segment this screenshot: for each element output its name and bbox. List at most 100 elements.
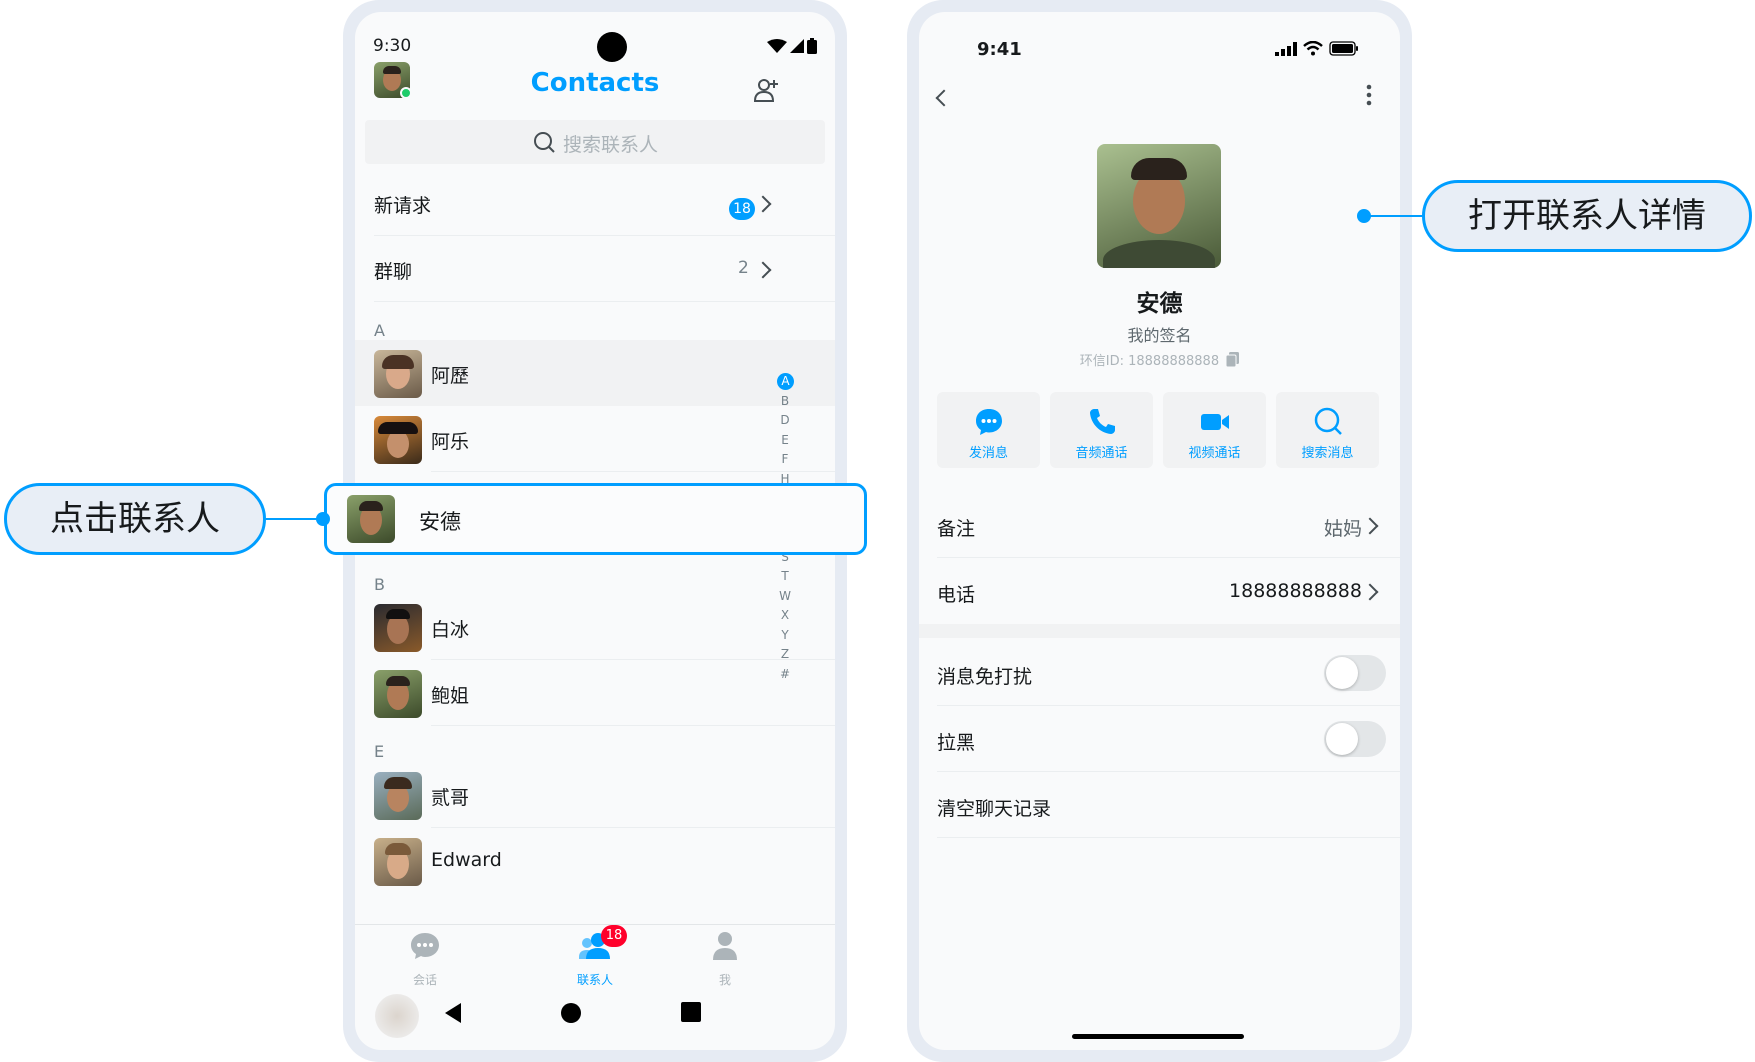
- wifi-icon: [1303, 41, 1323, 56]
- group-chats-count: 2: [738, 258, 749, 278]
- video-call-button[interactable]: 视频通话: [1163, 392, 1266, 468]
- alpha-index-letter[interactable]: F: [777, 450, 793, 470]
- contact-name: 贰哥: [431, 787, 470, 809]
- contact-name: 阿乐: [431, 431, 470, 453]
- search-messages-button[interactable]: 搜索消息: [1276, 392, 1379, 468]
- status-time: 9:30: [373, 36, 412, 56]
- system-icons: [767, 38, 817, 54]
- tab-label: 联系人: [576, 973, 613, 987]
- android-nav-bar: [355, 988, 835, 1050]
- chat-bubble-icon: [411, 933, 439, 959]
- back-nav-icon[interactable]: [443, 1002, 463, 1024]
- home-nav-icon[interactable]: [560, 1002, 582, 1024]
- section-gap: [919, 624, 1400, 638]
- tab-me[interactable]: 我: [685, 931, 765, 987]
- contact-name: 阿歷: [431, 365, 470, 387]
- tab-conversations[interactable]: 会话: [385, 931, 465, 987]
- copy-icon[interactable]: [1225, 352, 1240, 368]
- chevron-right-icon: [754, 261, 772, 279]
- contact-item[interactable]: 贰哥: [355, 762, 835, 828]
- action-label: 搜索消息: [1301, 446, 1354, 461]
- new-requests-label: 新请求: [374, 195, 432, 217]
- contact-item[interactable]: Edward: [355, 828, 835, 894]
- remark-row[interactable]: 备注 姑妈: [937, 492, 1400, 558]
- blurred-avatar-shadow: [375, 994, 419, 1038]
- contact-signature: 我的签名: [1127, 326, 1192, 345]
- contact-item[interactable]: 阿歷: [355, 340, 835, 406]
- send-message-button[interactable]: 发消息: [937, 392, 1040, 468]
- search-input[interactable]: 搜索联系人: [365, 120, 825, 164]
- alpha-index-letter[interactable]: W: [777, 587, 793, 607]
- tab-label: 我: [718, 973, 731, 987]
- chevron-right-icon: [754, 195, 772, 213]
- tab-bar: 会话 联系人 18 我: [355, 924, 835, 988]
- action-label: 发消息: [968, 446, 1008, 461]
- highlighted-contact-item[interactable]: 安德: [324, 483, 867, 555]
- recents-nav-icon[interactable]: [681, 1002, 701, 1022]
- alpha-index-letter[interactable]: B: [777, 392, 793, 412]
- search-icon: [1314, 407, 1342, 435]
- section-header-e: E: [374, 742, 385, 761]
- callout-connector: [1364, 215, 1422, 217]
- contact-item[interactable]: 鲍姐: [355, 660, 835, 726]
- avatar: [374, 670, 422, 718]
- more-options-icon[interactable]: [1366, 84, 1372, 106]
- person-icon: [713, 932, 737, 960]
- alpha-index-letter[interactable]: A: [777, 372, 794, 392]
- phone-value: 18888888888: [1229, 580, 1362, 602]
- contact-id-text: 环信ID: 18888888888: [1079, 354, 1220, 369]
- chevron-right-icon: [1361, 517, 1379, 535]
- contact-name: Edward: [431, 849, 502, 871]
- avatar: [374, 416, 422, 464]
- tab-contacts[interactable]: 联系人 18: [555, 925, 635, 987]
- action-label: 音频通话: [1075, 446, 1128, 461]
- avatar: [374, 604, 422, 652]
- audio-call-button[interactable]: 音频通话: [1050, 392, 1153, 468]
- contact-item[interactable]: 阿乐: [355, 406, 835, 472]
- home-indicator[interactable]: [1072, 1034, 1244, 1039]
- contact-id: 环信ID: 18888888888: [919, 350, 1400, 369]
- remark-label: 备注: [937, 518, 976, 540]
- status-time: 9:41: [977, 39, 1022, 60]
- alpha-index-letter[interactable]: T: [777, 567, 793, 587]
- status-bar: 9:41: [919, 12, 1400, 72]
- camera-cutout: [597, 32, 627, 62]
- phone-label: 电话: [937, 584, 976, 606]
- clear-history-row[interactable]: 清空聊天记录: [937, 772, 1400, 838]
- alpha-index-letter[interactable]: X: [777, 606, 793, 626]
- status-bar: 9:30: [373, 22, 817, 62]
- mute-row: 消息免打扰: [937, 640, 1400, 706]
- alpha-index-letter[interactable]: Z: [777, 645, 793, 665]
- right-phone-frame: 9:41 安德 我的签名 环信ID: 18888888888 发消息 音频通话 …: [907, 0, 1412, 1062]
- mute-toggle[interactable]: [1324, 655, 1386, 691]
- block-label: 拉黑: [937, 732, 976, 754]
- callout-click-contact: 点击联系人: [4, 483, 266, 555]
- battery-icon: [1329, 41, 1358, 56]
- contact-item[interactable]: 白冰: [355, 594, 835, 660]
- new-requests-row[interactable]: 新请求 18: [355, 170, 835, 236]
- block-row: 拉黑: [937, 706, 1400, 772]
- avatar: [347, 495, 395, 543]
- block-toggle[interactable]: [1324, 721, 1386, 757]
- group-chats-row[interactable]: 群聊 2: [355, 236, 835, 302]
- section-header-a: A: [374, 321, 385, 340]
- contact-name: 安德: [419, 510, 461, 534]
- alpha-index-letter[interactable]: Y: [777, 626, 793, 646]
- search-placeholder: 搜索联系人: [563, 134, 659, 156]
- action-label: 视频通话: [1188, 446, 1241, 461]
- alpha-index-active[interactable]: A: [777, 373, 794, 390]
- contacts-tab-badge: 18: [601, 925, 627, 947]
- alpha-index-letter[interactable]: #: [777, 665, 793, 685]
- back-chevron-icon[interactable]: [935, 89, 953, 107]
- alpha-index-letter[interactable]: E: [777, 431, 793, 451]
- action-buttons: 发消息 音频通话 视频通话 搜索消息: [937, 392, 1379, 468]
- contact-name: 安德: [1136, 291, 1183, 317]
- alpha-index-letter[interactable]: D: [777, 411, 793, 431]
- new-requests-badge: 18: [729, 198, 755, 220]
- chevron-right-icon: [1361, 583, 1379, 601]
- add-contact-icon[interactable]: [753, 76, 781, 104]
- signal-icon: [1275, 42, 1297, 56]
- avatar: [374, 838, 422, 886]
- signal-icon: [790, 39, 804, 53]
- phone-row[interactable]: 电话 18888888888: [937, 558, 1400, 624]
